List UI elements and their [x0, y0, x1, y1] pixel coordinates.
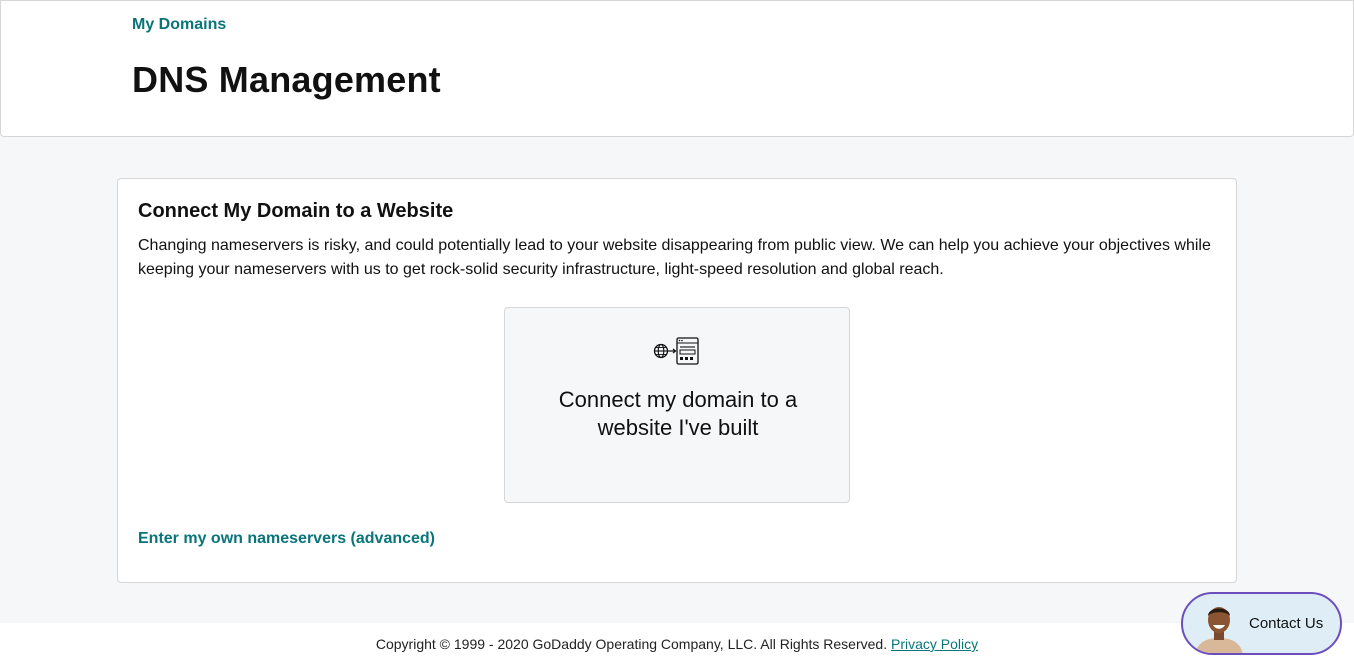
- footer-text: Copyright © 1999 - 2020 GoDaddy Operatin…: [0, 636, 1354, 652]
- page-title: DNS Management: [132, 59, 441, 100]
- page-footer: Copyright © 1999 - 2020 GoDaddy Operatin…: [0, 623, 1354, 667]
- contact-us-label: Contact Us: [1249, 615, 1324, 632]
- copyright-text: Copyright © 1999 - 2020 GoDaddy Operatin…: [375, 636, 888, 652]
- contact-us-button[interactable]: Contact Us: [1181, 592, 1342, 655]
- enter-own-nameservers-link[interactable]: Enter my own nameservers (advanced): [138, 530, 435, 548]
- card-title: Connect My Domain to a Website: [138, 200, 454, 222]
- page-header: My Domains DNS Management: [0, 0, 1354, 137]
- support-agent-avatar: [1191, 598, 1247, 653]
- card-description: Changing nameservers is risky, and could…: [138, 237, 1211, 278]
- privacy-policy-link[interactable]: Privacy Policy: [891, 636, 978, 652]
- connect-website-option[interactable]: Connect my domain to a website I've buil…: [504, 307, 850, 503]
- connect-domain-card: Connect My Domain to a Website Changing …: [117, 178, 1237, 583]
- globe-to-website-icon: [653, 337, 699, 365]
- breadcrumb-my-domains[interactable]: My Domains: [132, 16, 226, 34]
- connect-website-label: Connect my domain to a website I've buil…: [558, 387, 798, 440]
